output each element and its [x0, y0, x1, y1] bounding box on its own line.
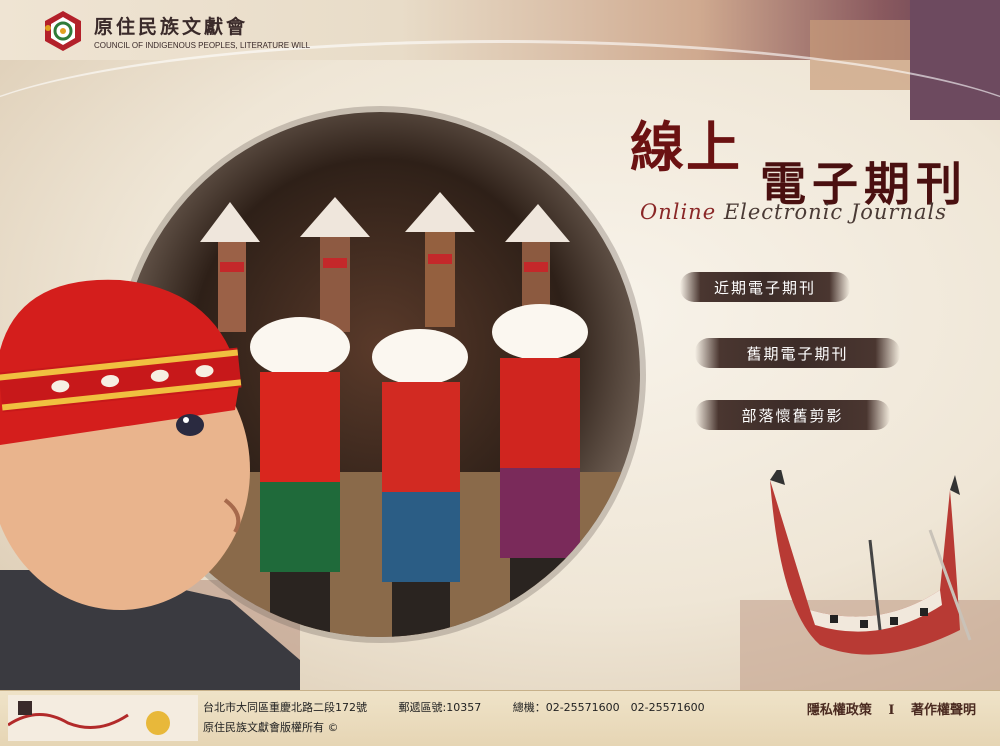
title-english-online: Online [640, 200, 717, 224]
site-footer: 台北市大同區重慶北路二段172號 郵遞區號:10357 總機：02-255716… [0, 690, 1000, 746]
logo-english-name: COUNCIL OF INDIGENOUS PEOPLES, LITERATUR… [94, 41, 311, 50]
footer-link-separator: I [888, 703, 895, 718]
title-english-rest: Electronic Journals [716, 200, 948, 224]
title-chinese-online: 線上 [630, 115, 742, 179]
nav-past-journals-button[interactable]: 舊期電子期刊 [695, 338, 900, 368]
hero-stage: 原住民族文獻會 COUNCIL OF INDIGENOUS PEOPLES, L… [0, 0, 1000, 690]
footer-copyright: 原住民族文獻會版權所有 © [203, 721, 339, 734]
footer-address: 台北市大同區重慶北路二段172號 [203, 701, 367, 714]
footer-postal-code: 郵遞區號:10357 [398, 701, 482, 714]
copyright-notice-link[interactable]: 著作權聲明 [911, 703, 976, 718]
nav-tribal-nostalgia-button[interactable]: 部落懷舊剪影 [695, 400, 890, 430]
site-logo[interactable]: 原住民族文獻會 COUNCIL OF INDIGENOUS PEOPLES, L… [42, 10, 310, 52]
footer-decorative-art [8, 695, 198, 741]
nav-recent-journals-button[interactable]: 近期電子期刊 [680, 272, 850, 302]
footer-phone: 總機：02-25571600 02-25571600 [512, 701, 705, 714]
tao-canoe-illustration [770, 470, 972, 655]
child-portrait [0, 279, 300, 690]
logo-chinese-name: 原住民族文獻會 [94, 16, 249, 38]
title-english: Online Electronic Journals [640, 200, 947, 224]
privacy-policy-link[interactable]: 隱私權政策 [807, 703, 872, 718]
logo-emblem-icon [45, 11, 81, 51]
